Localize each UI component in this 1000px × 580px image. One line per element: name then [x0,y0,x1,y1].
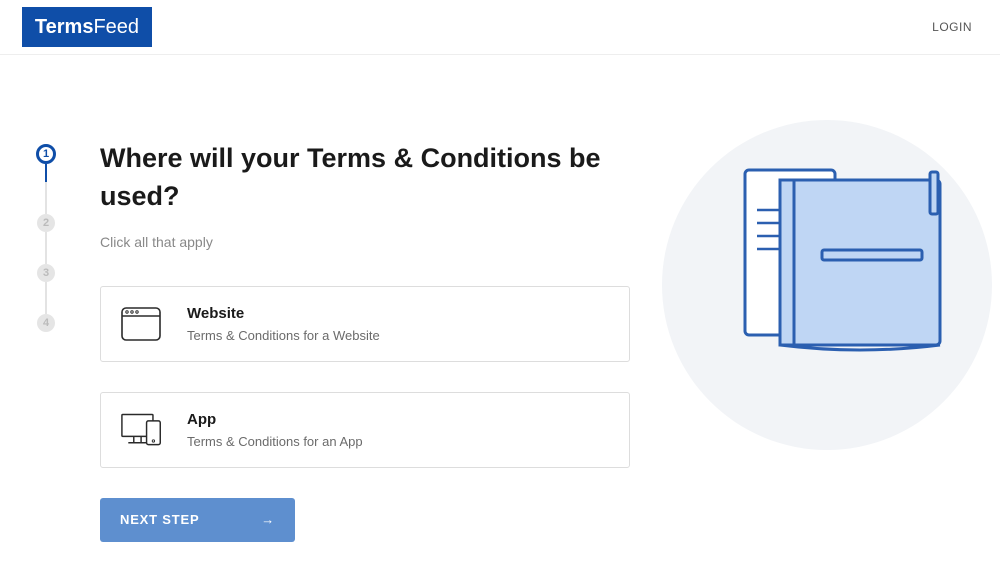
page-subtitle: Click all that apply [100,234,630,250]
illustration [662,120,992,450]
option-desc: Terms & Conditions for an App [187,434,609,449]
page-title: Where will your Terms & Conditions be us… [100,140,630,216]
main: 1 2 3 4 Where will your Terms & Conditio… [0,55,1000,542]
option-text: Website Terms & Conditions for a Website [187,305,609,343]
illustration-circle [662,120,992,450]
step-3: 3 [37,264,55,282]
next-step-button[interactable]: NEXT STEP → [100,498,295,542]
arrow-right-icon: → [261,512,275,527]
logo-text-light: Feed [93,16,139,39]
logo[interactable]: TermsFeed [22,7,152,47]
step-2: 2 [37,214,55,232]
step-connector [45,182,47,214]
option-title: Website [187,305,609,322]
option-desc: Terms & Conditions for a Website [187,328,609,343]
step-connector [45,232,47,264]
login-link[interactable]: LOGIN [932,20,972,34]
step-connector [45,164,47,182]
option-text: App Terms & Conditions for an App [187,411,609,449]
next-step-label: NEXT STEP [120,512,199,527]
step-1[interactable]: 1 [36,144,56,164]
devices-icon [121,412,163,448]
header: TermsFeed LOGIN [0,0,1000,55]
step-4: 4 [37,314,55,332]
browser-window-icon [121,307,163,341]
option-app[interactable]: App Terms & Conditions for an App [100,392,630,468]
option-title: App [187,411,609,428]
stepper: 1 2 3 4 [36,140,56,542]
option-website[interactable]: Website Terms & Conditions for a Website [100,286,630,362]
step-connector [45,282,47,314]
content: Where will your Terms & Conditions be us… [100,140,630,542]
logo-text-bold: Terms [35,16,94,39]
